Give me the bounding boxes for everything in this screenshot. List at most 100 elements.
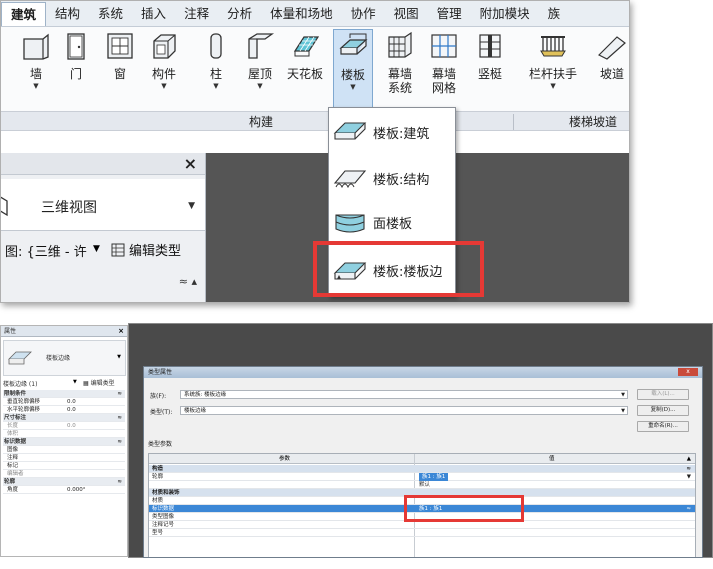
instance-filter[interactable]: 楼板边缘 (1) <box>3 379 37 388</box>
property-group-identity[interactable]: 标识数据 ≈ <box>3 438 125 446</box>
scroll-arrows[interactable]: ≈ ▴ <box>179 275 197 288</box>
panel-divider <box>513 114 514 130</box>
panel-title-build: 构建 <box>249 115 274 129</box>
floor-button[interactable]: 楼板 ▼ <box>333 29 373 112</box>
property-row[interactable]: 图像 <box>3 446 125 454</box>
collapse-icon: ≈ <box>117 415 122 421</box>
property-row[interactable]: 标记 <box>3 462 125 470</box>
type-select[interactable]: 楼板边缘 ▼ <box>180 406 628 415</box>
property-row[interactable]: 垂直轮廓偏移 0.0 <box>3 398 125 406</box>
table-row[interactable]: 型号 <box>149 529 695 537</box>
property-group-constraints[interactable]: 限制条件 ≈ <box>3 390 125 398</box>
curtain-grid-button[interactable]: 幕墙 网格 <box>429 31 459 96</box>
ramp-button[interactable]: 坡道 <box>597 31 627 81</box>
railing-button[interactable]: 栏杆扶手 ▼ <box>529 31 577 90</box>
curtain-grid-label-1: 幕墙 <box>431 67 456 81</box>
tab-addins[interactable]: 附加模块 <box>471 1 539 26</box>
chevron-down-icon: ▼ <box>621 408 625 414</box>
param-value[interactable]: 族1 : 族1 <box>419 473 449 481</box>
tab-family[interactable]: 族 <box>539 1 570 26</box>
property-row[interactable]: 编辑者 <box>3 470 125 478</box>
menu-item-label: 楼板:建筑 <box>373 126 430 142</box>
type-selector[interactable]: 楼板边缘 ▼ <box>3 340 126 376</box>
menu-item-floor-architectural[interactable]: 楼板:建筑 <box>333 114 451 150</box>
property-row[interactable]: 注释 <box>3 454 125 462</box>
chevron-down-icon: ▼ <box>161 82 167 90</box>
tab-structure[interactable]: 结构 <box>46 1 89 26</box>
3d-view-icon <box>1 196 8 217</box>
mullion-button[interactable]: 竖梃 <box>475 31 505 81</box>
collapse-icon: ≈ <box>686 506 691 512</box>
property-name: 水平轮廓偏移 <box>7 407 41 413</box>
roof-button[interactable]: 屋顶 ▼ <box>245 31 275 90</box>
menu-item-label: 面楼板 <box>373 216 413 232</box>
floor-label: 楼板 <box>340 68 365 82</box>
load-button[interactable]: 载入(L)... <box>637 389 689 400</box>
curtain-system-button[interactable]: 幕墙 系统 <box>385 31 415 96</box>
table-row[interactable]: 注释记号 <box>149 521 695 529</box>
tab-annotate[interactable]: 注释 <box>175 1 218 26</box>
menu-item-face-floor[interactable]: 面楼板 <box>333 204 451 240</box>
chevron-down-icon: ▼ <box>188 201 195 211</box>
tab-massing-site[interactable]: 体量和场地 <box>261 1 342 26</box>
property-value[interactable]: 0.0 <box>67 406 76 414</box>
chevron-down-icon[interactable]: ▼ <box>687 473 691 481</box>
red-highlight-box <box>404 495 524 522</box>
property-row[interactable]: 角度 0.000° <box>3 486 125 494</box>
wall-button[interactable]: 墙 ▼ <box>21 31 51 90</box>
param-value[interactable]: 默认 <box>419 481 430 489</box>
close-icon[interactable]: × <box>118 326 124 337</box>
param-name: 类型图像 <box>152 514 175 520</box>
close-icon[interactable]: x <box>678 368 698 376</box>
component-button[interactable]: 构件 ▼ <box>149 31 179 90</box>
tab-systems[interactable]: 系统 <box>89 1 132 26</box>
property-row[interactable]: 长度 0.0 <box>3 422 125 430</box>
property-row[interactable]: 水平轮廓偏移 0.0 <box>3 406 125 414</box>
chevron-down-icon: ▼ <box>33 82 39 90</box>
curtain-system-icon <box>388 31 412 58</box>
window-button[interactable]: 窗 <box>105 31 135 81</box>
tab-architecture[interactable]: 建筑 <box>1 2 47 26</box>
table-row[interactable]: 轮廓 族1 : 族1 ▼ <box>149 473 695 481</box>
tab-collaborate[interactable]: 协作 <box>342 1 385 26</box>
face-floor-icon <box>335 214 365 233</box>
menu-item-label: 楼板:结构 <box>373 172 430 188</box>
menu-item-floor-structural[interactable]: 楼板:结构 <box>333 160 451 196</box>
property-value[interactable]: 0.000° <box>67 486 86 494</box>
column-button[interactable]: 柱 ▼ <box>201 31 231 90</box>
rename-button[interactable]: 重命名(R)... <box>637 421 689 432</box>
group-label: 构造 <box>152 466 164 472</box>
scroll-up-icon[interactable]: ▲ <box>687 454 691 464</box>
property-group-profile[interactable]: 轮廓 ≈ <box>3 478 125 486</box>
property-name: 垂直轮廓偏移 <box>7 399 41 405</box>
property-group-dimensions[interactable]: 尺寸标注 ≈ <box>3 414 125 422</box>
table-group-row[interactable]: 构造 ≈ <box>149 465 695 473</box>
edit-type-button[interactable]: ▦ 编辑类型 <box>83 378 115 387</box>
door-button[interactable]: 门 <box>61 31 91 81</box>
view-selector[interactable]: 图: {三维 - 许 <box>5 241 87 260</box>
close-icon[interactable]: × <box>184 154 197 173</box>
railing-label: 栏杆扶手 <box>529 67 578 81</box>
palette-header: × <box>1 153 205 175</box>
table-row[interactable]: 默认 <box>149 481 695 489</box>
tab-manage[interactable]: 管理 <box>428 1 471 26</box>
edit-type-icon <box>111 243 125 256</box>
property-value[interactable]: 0.0 <box>67 398 76 406</box>
ceiling-button[interactable]: 天花板 <box>287 31 323 81</box>
red-highlight-box <box>313 241 484 297</box>
slab-edge-icon <box>8 351 32 365</box>
tab-analyze[interactable]: 分析 <box>218 1 261 26</box>
type-selector[interactable]: 三维视图 ▼ <box>1 179 205 231</box>
tab-view[interactable]: 视图 <box>385 1 428 26</box>
component-label: 构件 <box>151 67 176 81</box>
dialog-title: 类型属性 <box>148 369 173 376</box>
chevron-down-icon: ▼ <box>117 354 121 360</box>
floor-structural-icon <box>333 170 367 189</box>
ceiling-label: 天花板 <box>287 67 324 81</box>
property-row[interactable]: 体积 <box>3 430 125 438</box>
duplicate-button[interactable]: 复制(D)... <box>637 405 689 416</box>
edit-type-button[interactable]: 编辑类型 <box>111 240 181 259</box>
collapse-icon: ≈ <box>117 479 122 485</box>
family-select[interactable]: 系统族: 楼板边缘 ▼ <box>180 390 628 399</box>
tab-insert[interactable]: 插入 <box>132 1 175 26</box>
